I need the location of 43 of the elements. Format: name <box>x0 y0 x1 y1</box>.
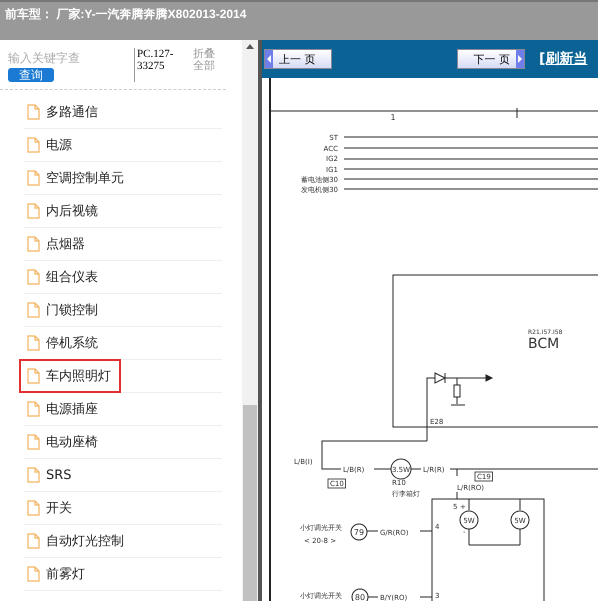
document-icon <box>27 500 40 516</box>
tree-item[interactable]: 前雾灯 <box>19 557 95 591</box>
document-icon <box>27 566 40 582</box>
part-code: PC.127-33275 <box>134 48 185 82</box>
document-icon <box>27 401 40 417</box>
tree-item[interactable]: 门锁控制 <box>19 293 108 327</box>
circled-label: 79 <box>350 524 368 540</box>
previous-page-button[interactable]: 上一 页 <box>264 49 332 69</box>
tree-item[interactable]: 电动座椅 <box>19 425 108 459</box>
tree-item[interactable]: 电源插座 <box>19 392 108 426</box>
scrollbar-thumb[interactable] <box>243 405 257 601</box>
diagram-label: 1 <box>390 113 396 122</box>
tree-item[interactable]: SRS <box>19 459 82 491</box>
next-page-button[interactable]: 下一 页 <box>457 49 525 69</box>
tree-item[interactable]: 电源 <box>19 128 82 162</box>
document-icon <box>27 302 40 318</box>
tree-item[interactable]: 开关 <box>19 491 82 525</box>
scrollbar[interactable] <box>242 40 258 601</box>
document-icon <box>27 203 40 219</box>
tree-item[interactable]: 多路通信 <box>19 95 108 129</box>
document-icon <box>27 434 40 450</box>
document-icon <box>27 533 40 549</box>
document-icon <box>27 368 40 384</box>
document-icon <box>27 104 40 120</box>
tree-item[interactable]: 点烟器 <box>19 227 95 261</box>
document-icon <box>27 236 40 252</box>
module-title: BCM <box>528 336 560 352</box>
tree-item[interactable]: 内后视镜 <box>19 194 108 228</box>
tree-item[interactable]: 组合仪表 <box>19 260 108 294</box>
scroll-up-icon[interactable] <box>246 44 254 49</box>
document-icon <box>27 269 40 285</box>
document-icon <box>27 467 40 483</box>
car-model-title: 前车型： 厂家:Y-一汽奔腾奔腾X802013-2014 <box>5 7 246 21</box>
document-icon <box>27 335 40 351</box>
circled-label: 80 <box>352 588 368 601</box>
refresh-link[interactable]: [刷新当 <box>539 50 588 68</box>
search-button[interactable]: 查询 <box>8 68 54 82</box>
tree-item[interactable]: 车内照明灯 <box>19 359 121 393</box>
tree-item[interactable]: 自动灯光控制 <box>19 524 134 558</box>
tree-item[interactable]: 停机系统 <box>19 326 108 360</box>
document-icon <box>27 137 40 153</box>
tree-item[interactable]: 空调控制单元 <box>19 161 134 195</box>
document-icon <box>27 170 40 186</box>
